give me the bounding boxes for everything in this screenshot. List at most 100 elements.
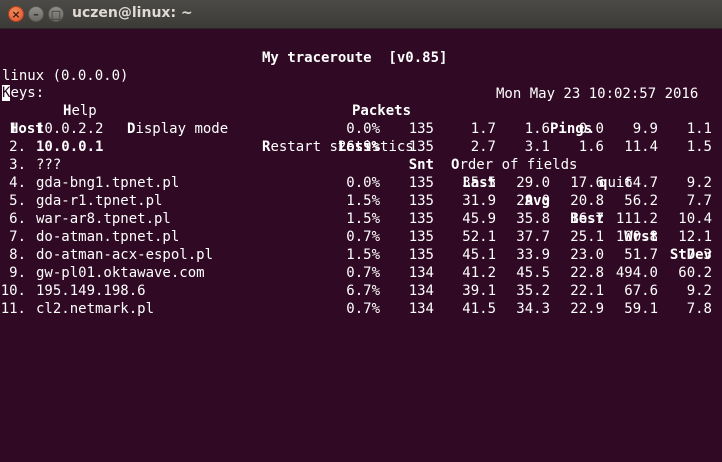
hop-last: 52.1 [462, 229, 496, 245]
hop-snt: 134 [408, 283, 434, 299]
hop-avg: 29.0 [516, 193, 550, 209]
hop-last: 39.1 [462, 283, 496, 299]
hop-last: 1.7 [470, 121, 496, 137]
hop-row: 9. gw-pl01.oktawave.com 0.7% 134 41.2 45.5 22.… [0, 264, 722, 282]
terminal-content[interactable]: My traceroute [v0.85] linux (0.0.0.0) Mo… [0, 29, 722, 462]
hop-row: 7. do-atman.tpnet.pl 0.7% 135 52.1 37.7 25.1 10… [0, 228, 722, 246]
terminal-window: × – □ uczen@linux: ~ My traceroute [v0.8… [0, 0, 722, 462]
hop-wrst: 59.1 [624, 301, 658, 317]
hop-best: 17.6 [570, 175, 604, 191]
hop-wrst: 111.2 [615, 211, 658, 227]
hop-avg: 34.3 [516, 301, 550, 317]
hop-avg: 33.9 [516, 247, 550, 263]
hop-best: 22.1 [570, 283, 604, 299]
hop-best: 0.0 [578, 121, 604, 137]
hop-wrst: 56.2 [624, 193, 658, 209]
hop-snt: 135 [408, 193, 434, 209]
hop-stdev: 9.2 [686, 283, 712, 299]
hop-avg: 29.0 [516, 175, 550, 191]
hop-snt: 134 [408, 301, 434, 317]
hop-row: 1. 10.0.2.2 0.0% 135 1.7 1.6 0.0 9.9 1.1 [0, 120, 722, 138]
hop-stdev: 10.4 [678, 211, 712, 227]
hop-snt: 135 [408, 121, 434, 137]
hop-number: 10. [0, 283, 26, 299]
hop-last: 41.5 [462, 301, 496, 317]
hop-snt: 135 [408, 247, 434, 263]
hop-avg: 35.2 [516, 283, 550, 299]
hop-last: 35.5 [462, 175, 496, 191]
hop-wrst: 51.7 [624, 247, 658, 263]
hop-number: 5. [9, 193, 26, 209]
hop-loss: 26.9% [337, 139, 380, 155]
hop-last: 41.2 [462, 265, 496, 281]
hop-best: 16.7 [570, 211, 604, 227]
hop-stdev: 7.8 [686, 301, 712, 317]
hop-stdev: 1.5 [686, 139, 712, 155]
hop-loss: 0.0% [346, 121, 380, 137]
window-title: uczen@linux: ~ [72, 5, 193, 21]
hop-snt: 135 [408, 211, 434, 227]
hop-snt: 135 [408, 175, 434, 191]
hop-loss: 0.7% [346, 301, 380, 317]
hop-stdev: 60.2 [678, 265, 712, 281]
hop-stdev: 1.1 [686, 121, 712, 137]
hop-number: 2. [9, 139, 26, 155]
hop-avg: 37.7 [516, 229, 550, 245]
hop-avg: 1.6 [524, 121, 550, 137]
hop-loss: 0.7% [346, 229, 380, 245]
hop-row: 10. 195.149.198.6 6.7% 134 39.1 35.2 22.1 67.6 9… [0, 282, 722, 300]
hop-loss: 0.7% [346, 265, 380, 281]
hop-wrst: 494.0 [615, 265, 658, 281]
hop-stdev: 12.1 [678, 229, 712, 245]
hop-loss: 1.5% [346, 247, 380, 263]
hop-avg: 35.8 [516, 211, 550, 227]
hop-loss: 6.7% [346, 283, 380, 299]
hop-stdev: 7.3 [686, 247, 712, 263]
hop-wrst: 100.8 [615, 229, 658, 245]
hop-wrst: 67.6 [624, 283, 658, 299]
hop-last: 45.1 [462, 247, 496, 263]
hop-stdev: 7.7 [686, 193, 712, 209]
hop-snt: 134 [408, 265, 434, 281]
hop-loss: 0.0% [346, 175, 380, 191]
hop-number: 7. [9, 229, 26, 245]
hop-number: 3. [9, 157, 26, 173]
hop-best: 22.8 [570, 265, 604, 281]
hop-host: 10.0.2.2 [36, 121, 104, 137]
hop-row: 6. war-ar8.tpnet.pl 1.5% 135 45.9 35.8 16.7 111… [0, 210, 722, 228]
hop-best: 1.6 [578, 139, 604, 155]
hop-best: 25.1 [570, 229, 604, 245]
hop-loss: 1.5% [346, 211, 380, 227]
hop-avg: 45.5 [516, 265, 550, 281]
hop-snt: 135 [408, 229, 434, 245]
hop-number: 9. [9, 265, 26, 281]
hop-last: 45.9 [462, 211, 496, 227]
hop-host: do-atman-acx-espol.pl [36, 247, 214, 263]
keys-bar: Keys: Help Display mode Restart statisti… [0, 66, 722, 191]
hop-row: 3.??? [0, 156, 722, 174]
hop-host: gw-pl01.oktawave.com [36, 265, 205, 281]
hop-best: 23.0 [570, 247, 604, 263]
column-headers: Host Loss% Snt Last Avg Best Wrst StDev [0, 102, 722, 263]
hop-best: 20.8 [570, 193, 604, 209]
hop-host: 10.0.0.1 [36, 139, 104, 155]
hop-row: 5. gda-r1.tpnet.pl 1.5% 135 31.9 29.0 20.8 56.2… [0, 192, 722, 210]
hop-row: 4. gda-bng1.tpnet.pl 0.0% 135 35.5 29.0 17.6 64… [0, 174, 722, 192]
hop-last: 31.9 [462, 193, 496, 209]
hop-host: ??? [36, 157, 62, 173]
hop-number: 11. [0, 301, 26, 317]
hop-best: 22.9 [570, 301, 604, 317]
hop-host: gda-bng1.tpnet.pl [36, 175, 180, 191]
hop-row: 8. do-atman-acx-espol.pl 1.5% 135 45.1 33.9 23… [0, 246, 722, 264]
hop-wrst: 11.4 [624, 139, 658, 155]
title-bar: × – □ uczen@linux: ~ [0, 0, 722, 29]
hop-wrst: 64.7 [624, 175, 658, 191]
close-icon[interactable]: × [8, 6, 24, 22]
hop-host: do-atman.tpnet.pl [36, 229, 180, 245]
hop-number: 6. [9, 211, 26, 227]
hop-wrst: 9.9 [632, 121, 658, 137]
maximize-icon[interactable]: □ [48, 6, 64, 22]
hop-number: 1. [9, 121, 26, 137]
minimize-icon[interactable]: – [28, 6, 44, 22]
hop-number: 4. [9, 175, 26, 191]
